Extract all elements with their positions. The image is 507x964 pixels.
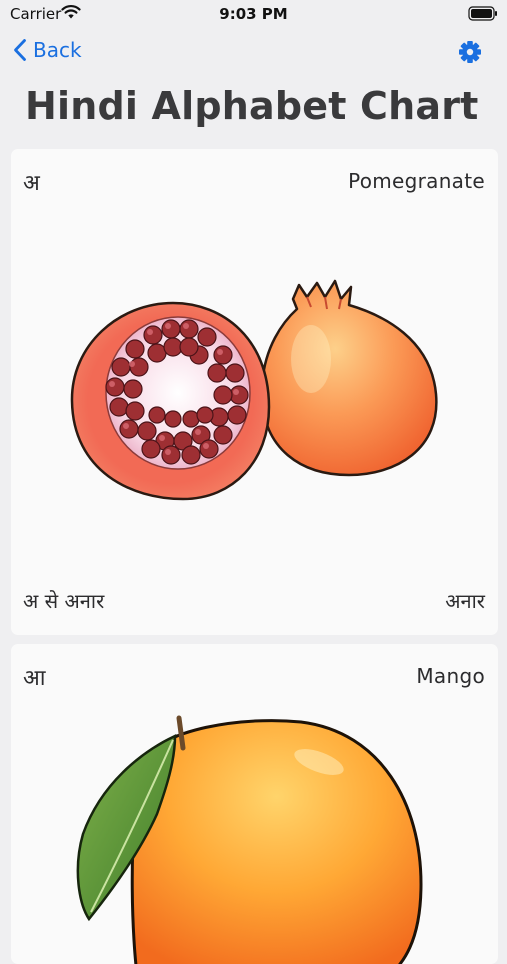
back-label: Back xyxy=(33,38,82,62)
back-button[interactable]: Back xyxy=(13,38,82,62)
alphabet-card[interactable]: आ Mango xyxy=(11,644,498,964)
hindi-phrase: अ से अनार xyxy=(23,589,105,613)
pomegranate-image xyxy=(70,279,438,501)
status-bar: Carrier 9:03 PM xyxy=(0,0,507,28)
hindi-word: अनार xyxy=(445,589,485,613)
battery-icon xyxy=(468,6,497,21)
status-time: 9:03 PM xyxy=(219,5,288,23)
chevron-left-icon xyxy=(14,39,26,61)
page-title: Hindi Alphabet Chart xyxy=(25,84,479,128)
navigation-bar: Back xyxy=(0,34,507,74)
alphabet-card[interactable]: अ Pomegranate अ से अनार अनार xyxy=(11,149,498,635)
gear-icon[interactable] xyxy=(458,40,482,64)
mango-image xyxy=(76,715,423,964)
